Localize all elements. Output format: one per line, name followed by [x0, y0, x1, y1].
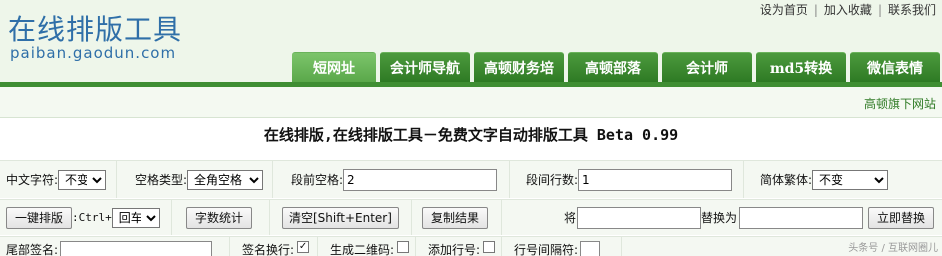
find-input[interactable]: [577, 206, 702, 229]
sub-bar: 高顿旗下网站: [0, 87, 942, 118]
para-space-label: 段前空格:: [291, 173, 344, 187]
shortcut-select[interactable]: 回车: [111, 207, 160, 228]
word-count-button[interactable]: 字数统计: [186, 206, 253, 229]
tail-sign-input[interactable]: [60, 241, 213, 256]
options-row-2: 一键排版 :Ctrl+ 回车 字数统计 清空[Shift+Enter] 复制结果…: [0, 199, 942, 235]
one-key-cell: 一键排版 :Ctrl+ 回车: [0, 200, 172, 235]
trad-simp-cell: 简体繁体: 不变: [744, 161, 942, 198]
watermark: 头条号 / 互联网圈儿: [848, 243, 938, 254]
clear-button[interactable]: 清空[Shift+Enter]: [282, 206, 399, 229]
gaodun-sites-link[interactable]: 高顿旗下网站: [864, 95, 936, 112]
line-no-checkbox[interactable]: [483, 241, 496, 253]
space-type-cell: 空格类型: 全角空格: [117, 161, 273, 198]
page-title: 在线排版,在线排版工具－免费文字自动排版工具 Beta 0.99: [263, 126, 679, 144]
set-homepage-link[interactable]: 设为首页: [760, 1, 808, 18]
copy-result-button[interactable]: 复制结果: [422, 206, 489, 229]
divider: |: [877, 2, 882, 17]
qrcode-checkbox[interactable]: [397, 241, 410, 253]
qrcode-label: 生成二维码:: [330, 243, 395, 256]
sign-wrap-cell: 签名换行: ✓: [230, 237, 318, 256]
tab-gaodun-finance[interactable]: 高顿财务培: [474, 52, 564, 82]
find-label: 将: [564, 211, 577, 225]
chinese-char-label: 中文字符:: [6, 173, 59, 187]
site-logo-domain[interactable]: paiban.gaodun.com: [10, 44, 176, 62]
replace-cell: 将 替换为 立即替换: [502, 200, 942, 235]
top-links: 设为首页 | 加入收藏 | 联系我们: [760, 1, 936, 18]
trad-simp-select[interactable]: 不变: [812, 169, 889, 190]
tab-accountant-nav[interactable]: 会计师导航: [380, 52, 470, 82]
chinese-char-select[interactable]: 不变: [58, 169, 107, 190]
tab-gaodun-tribe[interactable]: 高顿部落: [568, 52, 658, 82]
site-logo-text[interactable]: 在线排版工具: [8, 8, 182, 48]
divider: |: [813, 2, 818, 17]
tab-accountant[interactable]: 会计师: [662, 52, 752, 82]
line-no-label: 添加行号:: [428, 243, 481, 256]
sign-wrap-checkbox[interactable]: ✓: [297, 241, 310, 253]
sign-wrap-label: 签名换行:: [242, 243, 295, 256]
tail-sign-cell: 尾部签名:: [0, 237, 230, 256]
count-cell: 字数统计: [172, 200, 270, 235]
replace-now-button[interactable]: 立即替换: [868, 206, 935, 229]
main-nav: 短网址 会计师导航 高顿财务培 高顿部落 会计师 md5转换 微信表情: [292, 52, 942, 82]
tail-sign-label: 尾部签名:: [6, 243, 59, 256]
line-gap-label: 行号间隔符:: [514, 243, 579, 256]
space-type-select[interactable]: 全角空格: [187, 169, 264, 190]
tab-md5[interactable]: md5转换: [756, 52, 846, 82]
options-row-1: 中文字符: 不变 空格类型: 全角空格 段前空格: 段间行数: 简体繁体: 不变: [0, 160, 942, 198]
clear-cell: 清空[Shift+Enter]: [270, 200, 412, 235]
replace-label: 替换为: [701, 211, 738, 225]
para-space-input[interactable]: [343, 168, 498, 191]
qrcode-cell: 生成二维码:: [318, 237, 416, 256]
para-gap-cell: 段间行数:: [510, 161, 744, 198]
header: 在线排版工具 paiban.gaodun.com 设为首页 | 加入收藏 | 联…: [0, 0, 942, 87]
para-gap-input[interactable]: [578, 168, 733, 191]
replace-input[interactable]: [739, 206, 864, 229]
para-space-cell: 段前空格:: [273, 161, 510, 198]
tab-wechat-emoji[interactable]: 微信表情: [850, 52, 940, 82]
contact-us-link[interactable]: 联系我们: [888, 1, 936, 18]
one-key-format-button[interactable]: 一键排版: [6, 206, 73, 229]
options-row-3: 尾部签名: 签名换行: ✓ 生成二维码: 添加行号: 行号间隔符:: [0, 236, 942, 256]
shortcut-label: :Ctrl+: [72, 211, 112, 224]
line-no-cell: 添加行号:: [416, 237, 502, 256]
chinese-char-cell: 中文字符: 不变: [0, 161, 117, 198]
tab-short-url[interactable]: 短网址: [292, 52, 376, 82]
line-gap-input[interactable]: [580, 241, 601, 256]
copy-cell: 复制结果: [412, 200, 502, 235]
space-type-label: 空格类型:: [135, 173, 188, 187]
add-favorite-link[interactable]: 加入收藏: [824, 1, 872, 18]
line-gap-cell: 行号间隔符:: [502, 237, 622, 256]
trad-simp-label: 简体繁体:: [760, 173, 813, 187]
para-gap-label: 段间行数:: [526, 173, 579, 187]
